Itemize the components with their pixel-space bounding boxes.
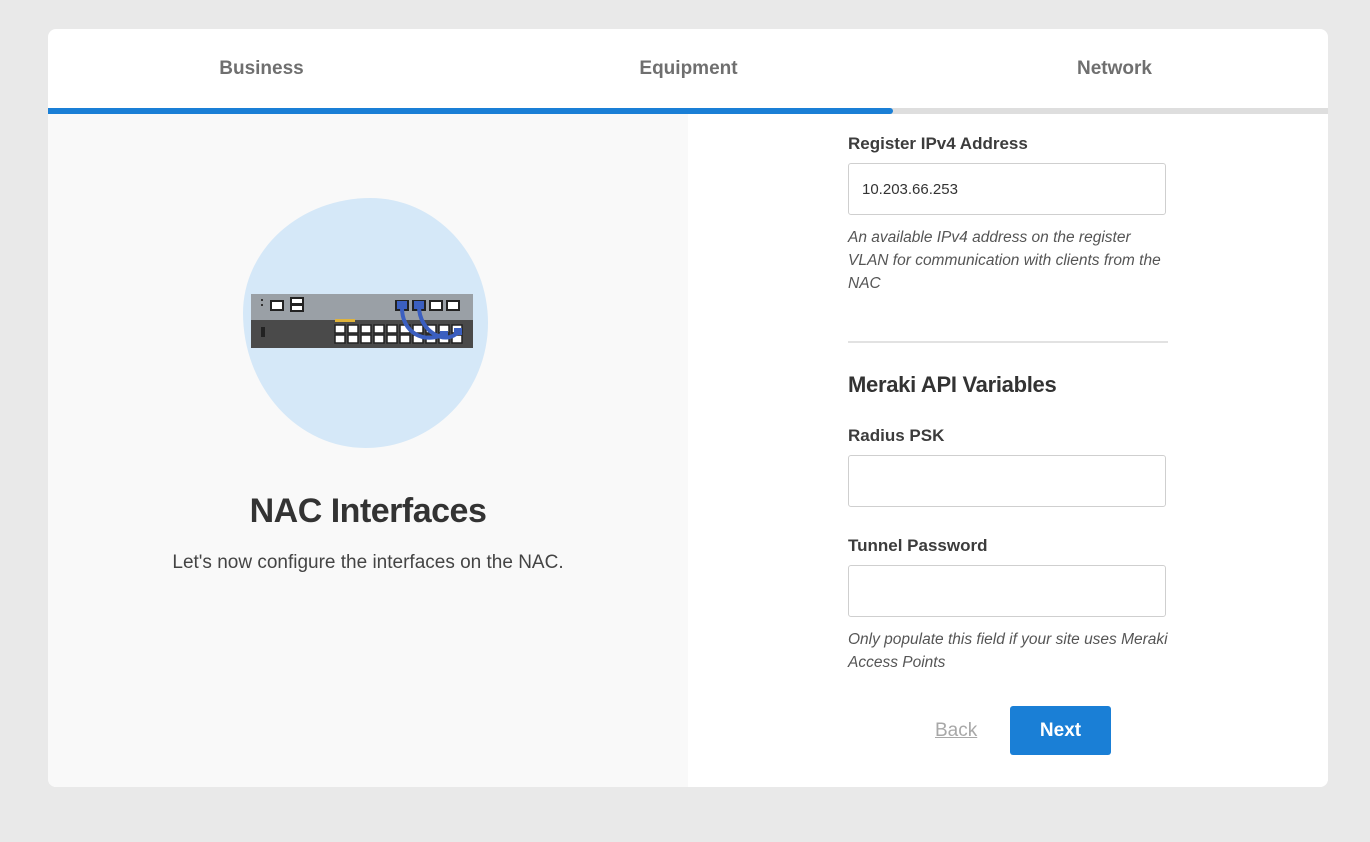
section-divider (848, 341, 1168, 343)
tab-equipment[interactable]: Equipment (475, 58, 902, 80)
next-button[interactable]: Next (1010, 706, 1111, 755)
tab-network[interactable]: Network (901, 58, 1328, 80)
tunnel-password-label: Tunnel Password (848, 536, 988, 555)
page-subtitle: Let's now configure the interfaces on th… (172, 552, 564, 573)
section-title: Meraki API Variables (848, 372, 1057, 397)
back-link[interactable]: Back (935, 720, 977, 742)
register-ip-help: An available IPv4 address on the registe… (848, 229, 1161, 292)
tab-business[interactable]: Business (48, 58, 475, 80)
tunnel-password-help: Only populate this field if your site us… (848, 631, 1168, 671)
register-ip-input[interactable] (848, 163, 1166, 215)
radius-psk-label: Radius PSK (848, 426, 945, 445)
intro-panel: NAC Interfaces Let's now configure the i… (48, 114, 688, 787)
network-switch-icon (251, 294, 473, 348)
register-ip-label: Register IPv4 Address (848, 134, 1028, 153)
wizard-card: Business Equipment Network NAC Interface… (48, 29, 1328, 787)
page-title: NAC Interfaces (249, 492, 487, 530)
step-tabs: Business Equipment Network (48, 29, 1328, 109)
radius-psk-input[interactable] (848, 455, 1166, 507)
tunnel-password-input[interactable] (848, 565, 1166, 617)
form-panel: Register IPv4 Address An available IPv4 … (688, 114, 1328, 787)
